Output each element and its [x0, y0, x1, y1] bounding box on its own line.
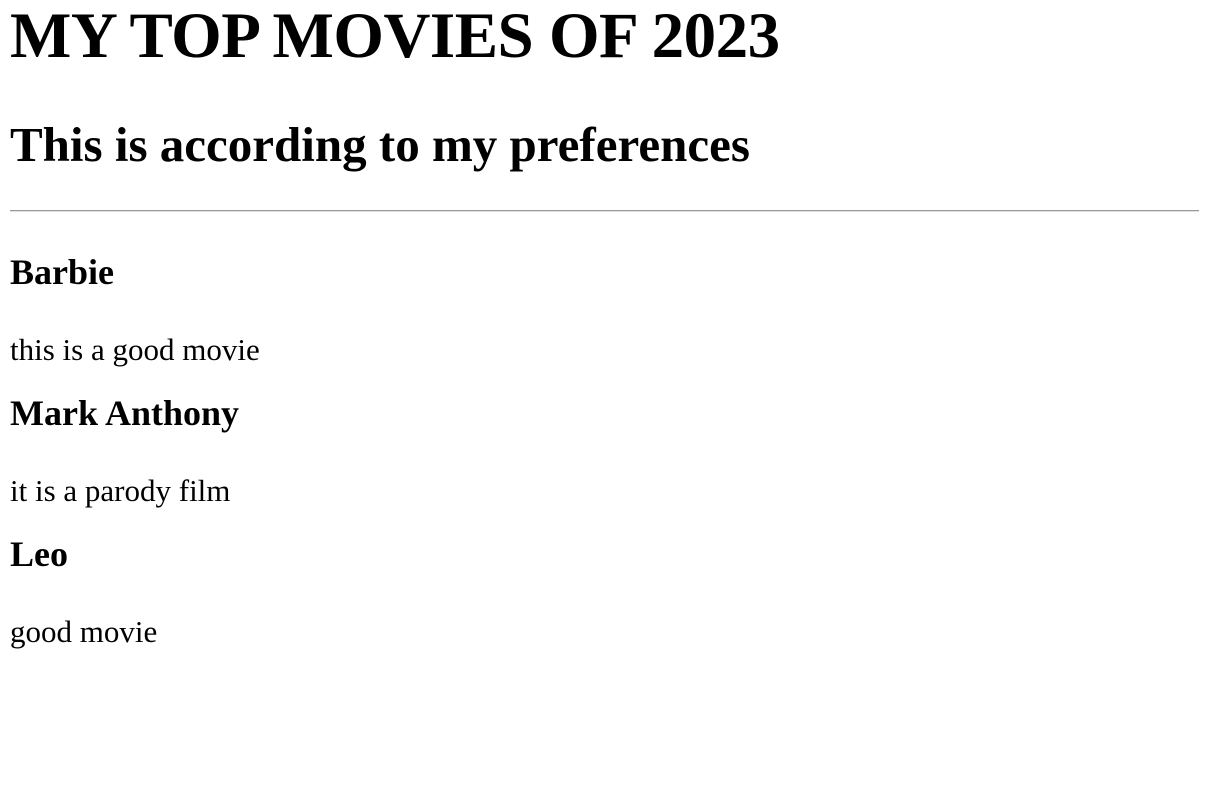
movie-title: Mark Anthony [10, 393, 240, 433]
movie-description: it is a parody film [10, 473, 231, 508]
movie-list: Barbie this is a good movie Mark Anthony… [10, 212, 1200, 647]
movie-description: good movie [10, 614, 158, 649]
movie-item: Barbie this is a good movie [10, 212, 1200, 365]
movie-title: Leo [10, 534, 68, 574]
page-title: MY TOP MOVIES OF 2023 [10, 0, 780, 72]
page-content: MY TOP MOVIES OF 2023 This is according … [0, 0, 1206, 647]
movie-item: Mark Anthony it is a parody film [10, 365, 1200, 506]
page-subtitle: This is according to my preferences [10, 117, 750, 172]
movie-description: this is a good movie [10, 332, 260, 367]
movie-title: Barbie [10, 252, 114, 292]
movie-item: Leo good movie [10, 506, 1200, 647]
